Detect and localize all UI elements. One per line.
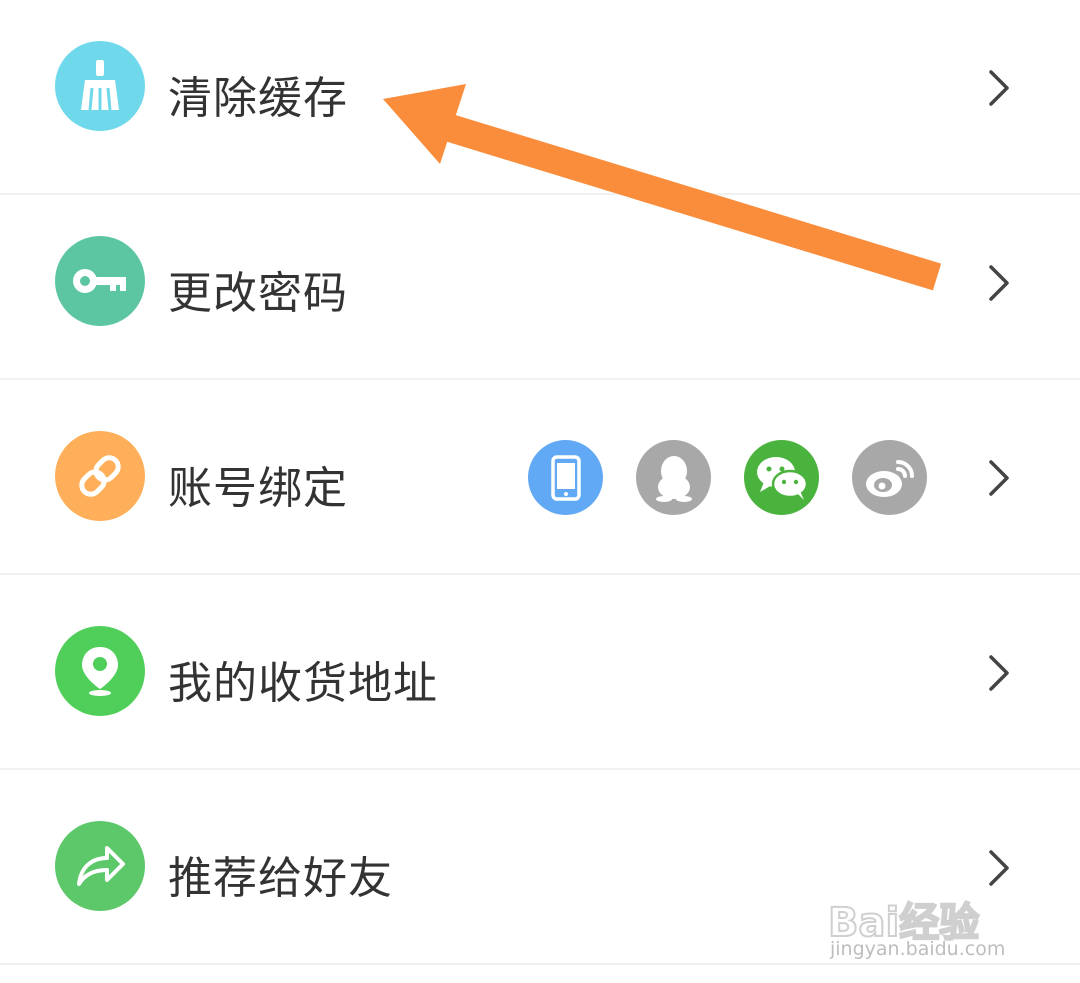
baidu-jingyan-watermark: Bai经验 jingyan.baidu.com	[827, 880, 1058, 970]
account-binding-row[interactable]: 账号绑定	[0, 380, 1080, 575]
phone-icon	[528, 440, 603, 515]
change-password-label: 更改密码	[168, 268, 348, 319]
binding-services	[528, 440, 927, 515]
wechat-icon	[744, 440, 819, 515]
broom-icon	[55, 41, 145, 131]
account-binding-label: 账号绑定	[168, 463, 348, 514]
location-pin-icon	[55, 626, 145, 716]
watermark-url-text: jingyan.baidu.com	[830, 938, 1006, 960]
chevron-right-icon	[982, 651, 1016, 695]
link-icon	[55, 431, 145, 521]
change-password-row[interactable]: 更改密码	[0, 185, 1080, 380]
clear-cache-row[interactable]: 清除缓存	[0, 0, 1080, 195]
key-icon	[55, 236, 145, 326]
chevron-right-icon	[982, 261, 1016, 305]
share-arrow-icon	[55, 821, 145, 911]
chevron-right-icon	[982, 66, 1016, 110]
chevron-right-icon	[982, 456, 1016, 500]
recommend-friends-label: 推荐给好友	[168, 853, 393, 904]
shipping-address-row[interactable]: 我的收货地址	[0, 575, 1080, 770]
clear-cache-label: 清除缓存	[168, 73, 348, 124]
qq-penguin-icon	[636, 440, 711, 515]
weibo-icon	[852, 440, 927, 515]
shipping-address-label: 我的收货地址	[168, 658, 438, 709]
settings-screen: 清除缓存 更改密码 账号绑定 我的收货地址 推荐给好友 Bai经验 jingya…	[0, 0, 1080, 983]
